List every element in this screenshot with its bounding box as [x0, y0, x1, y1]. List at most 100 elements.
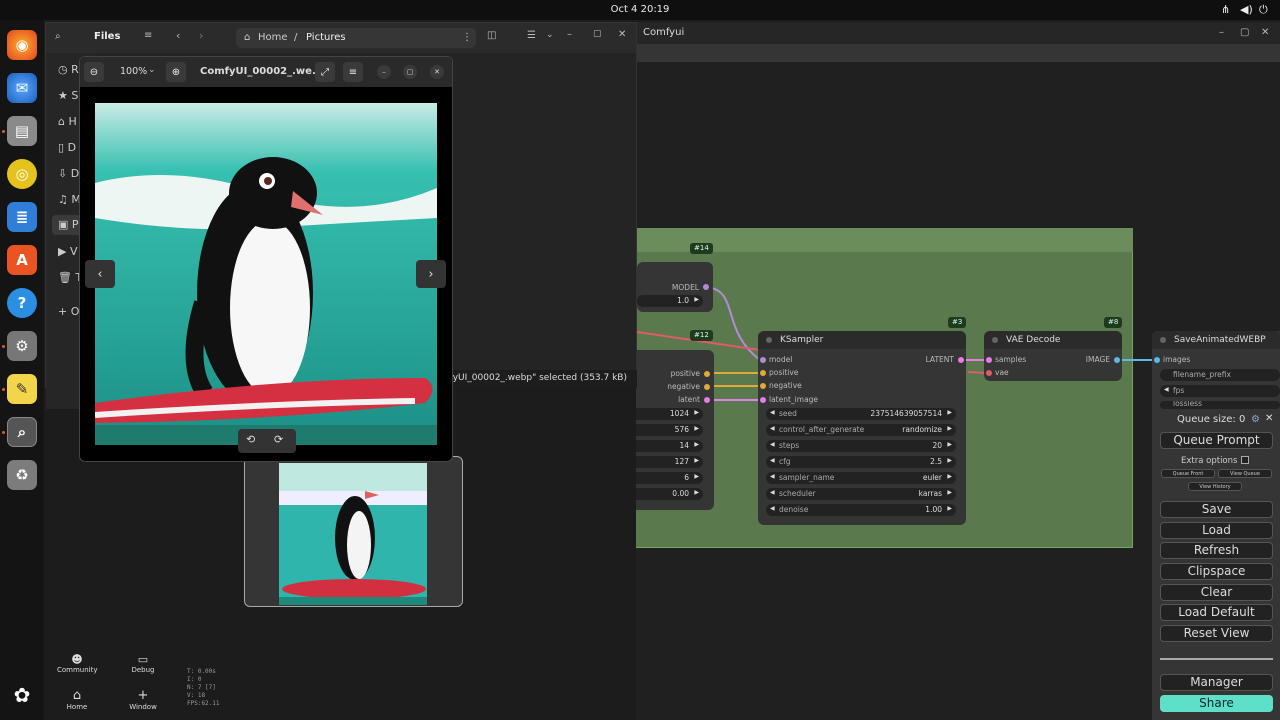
sidebar-item-other-locations[interactable]: + O [58, 305, 79, 318]
menu-icon[interactable]: ≡ [144, 30, 152, 41]
widget-cfg[interactable]: ◀ cfg 2.5 ▶ [766, 456, 956, 468]
view-queue-button[interactable]: View Queue [1218, 469, 1272, 478]
more-options-icon[interactable]: ⋮ [462, 32, 472, 43]
settings-gear-icon[interactable]: ⚙ [1251, 414, 1260, 425]
load-default-button[interactable]: Load Default [1160, 604, 1273, 621]
ksampler-header[interactable]: KSampler [758, 331, 966, 349]
widget-control-after-generate[interactable]: ◀ control_after_generate randomize ▶ [766, 424, 956, 436]
clear-button[interactable]: Clear [1160, 584, 1273, 601]
widget-lossless[interactable]: lossless [1160, 401, 1280, 409]
widget-denoise[interactable]: ◀ denoise 1.00 ▶ [766, 504, 956, 516]
collapse-dot[interactable] [992, 337, 998, 343]
zoom-level[interactable]: 100% [120, 66, 147, 77]
port-dot[interactable] [704, 397, 710, 403]
previous-image-button[interactable]: ‹ [85, 260, 115, 288]
chevron-down-icon[interactable]: ⌄ [546, 30, 554, 40]
sidebar-item-starred[interactable]: ★ S [58, 89, 78, 102]
arrow-left-icon[interactable]: ◀ [770, 409, 775, 416]
svd-loader-node[interactable]: MODEL 1.0 ▶ [637, 262, 713, 312]
search-icon[interactable]: ⌕ [55, 31, 61, 42]
port-dot[interactable] [704, 371, 710, 377]
arrow-right-icon[interactable]: ▶ [947, 457, 952, 464]
save-webp-node[interactable]: SaveAnimatedWEBP images filename_prefix … [1152, 331, 1280, 409]
arrow-right-icon[interactable]: ▶ [694, 296, 699, 303]
collapse-dot[interactable] [766, 337, 772, 343]
arrow-right-icon[interactable]: ▶ [694, 489, 699, 496]
rotate-right-icon[interactable]: ⟳ [274, 433, 283, 446]
port-dot[interactable] [760, 383, 766, 389]
minimize-icon[interactable]: – [377, 65, 391, 79]
sidebar-item-home[interactable]: ⌂ H [58, 115, 77, 128]
sidebar-item-recent[interactable]: ◷ R [58, 63, 79, 76]
port-dot[interactable] [958, 357, 964, 363]
arrow-right-icon[interactable]: ▶ [694, 473, 699, 480]
port-dot[interactable] [704, 384, 710, 390]
vae-decode-header[interactable]: VAE Decode [984, 331, 1122, 349]
port-dot[interactable] [703, 284, 709, 290]
window-button[interactable]: + Window [123, 688, 163, 711]
maximize-icon[interactable]: ▢ [593, 29, 602, 39]
penguin-thumbnail[interactable] [279, 463, 427, 605]
clipspace-button[interactable]: Clipspace [1160, 563, 1273, 580]
arrow-right-icon[interactable]: ▶ [694, 425, 699, 432]
widget-filename-prefix[interactable]: filename_prefix [1160, 369, 1280, 381]
vae-decode-node[interactable]: VAE Decode samples vae IMAGE [984, 331, 1122, 381]
load-button[interactable]: Load [1160, 522, 1273, 539]
arrow-left-icon[interactable]: ◀ [770, 441, 775, 448]
menu-icon[interactable]: ≡ [343, 62, 363, 82]
widget-min-cfg[interactable]: 1.0 ▶ [637, 295, 703, 307]
save-webp-header[interactable]: SaveAnimatedWEBP [1152, 331, 1280, 349]
sidebar-item-downloads[interactable]: ⇩ D [58, 167, 79, 180]
collapse-dot[interactable] [1160, 337, 1166, 343]
widget-steps[interactable]: ◀ steps 20 ▶ [766, 440, 956, 452]
sidebar-item-documents[interactable]: ▯ D [58, 141, 76, 154]
sidebar-item-videos[interactable]: ▶ V [58, 245, 78, 258]
arrow-right-icon[interactable]: ▶ [947, 489, 952, 496]
port-dot[interactable] [1114, 357, 1120, 363]
list-view-icon[interactable]: ☰ [527, 30, 536, 41]
back-icon[interactable]: ‹ [176, 29, 180, 42]
queue-front-button[interactable]: Queue Front [1161, 469, 1215, 478]
view-history-button[interactable]: View History [1188, 482, 1242, 491]
breadcrumb-home[interactable]: Home [258, 32, 288, 43]
widget-fps[interactable]: ◀ fps [1160, 385, 1280, 397]
port-dot[interactable] [760, 397, 766, 403]
arrow-right-icon[interactable]: ▶ [947, 441, 952, 448]
port-dot[interactable] [986, 370, 992, 376]
zoom-in-icon[interactable]: ⊕ [166, 62, 186, 82]
camera-icon[interactable]: ◫ [487, 30, 496, 41]
widget-sampler-name[interactable]: ◀ sampler_name euler ▶ [766, 472, 956, 484]
home-icon[interactable]: ⌂ [244, 32, 250, 43]
manager-button[interactable]: Manager [1160, 674, 1273, 691]
community-button[interactable]: ☻ Community [57, 653, 98, 674]
arrow-left-icon[interactable]: ◀ [1164, 386, 1169, 393]
chevron-down-icon[interactable]: ⌄ [148, 65, 156, 75]
arrow-left-icon[interactable]: ◀ [770, 425, 775, 432]
zoom-out-icon[interactable]: ⊖ [84, 62, 104, 82]
rotate-left-icon[interactable]: ⟲ [246, 433, 255, 446]
arrow-left-icon[interactable]: ◀ [770, 489, 775, 496]
arrow-right-icon[interactable]: ▶ [947, 505, 952, 512]
port-dot[interactable] [1154, 357, 1160, 363]
next-image-button[interactable]: › [416, 260, 446, 288]
fullscreen-icon[interactable]: ⤢ [315, 62, 335, 82]
save-button[interactable]: Save [1160, 501, 1273, 518]
port-dot[interactable] [760, 370, 766, 376]
debug-button[interactable]: ▭ Debug [123, 653, 163, 674]
arrow-left-icon[interactable]: ◀ [770, 505, 775, 512]
arrow-right-icon[interactable]: ▶ [947, 473, 952, 480]
arrow-right-icon[interactable]: ▶ [947, 409, 952, 416]
ksampler-node[interactable]: KSampler model positive negative latent_… [758, 331, 966, 525]
close-icon[interactable]: ✕ [430, 65, 444, 79]
port-dot[interactable] [986, 357, 992, 363]
reset-view-button[interactable]: Reset View [1160, 625, 1273, 642]
widget-scheduler[interactable]: ◀ scheduler karras ▶ [766, 488, 956, 500]
port-dot[interactable] [760, 357, 766, 363]
close-icon[interactable]: ✕ [1265, 413, 1273, 424]
minimize-icon[interactable]: – [567, 29, 572, 40]
queue-prompt-button[interactable]: Queue Prompt [1160, 432, 1273, 449]
sidebar-item-music[interactable]: ♫ M [58, 193, 81, 206]
arrow-right-icon[interactable]: ▶ [694, 441, 699, 448]
extra-options-checkbox[interactable] [1241, 456, 1249, 464]
arrow-left-icon[interactable]: ◀ [770, 457, 775, 464]
